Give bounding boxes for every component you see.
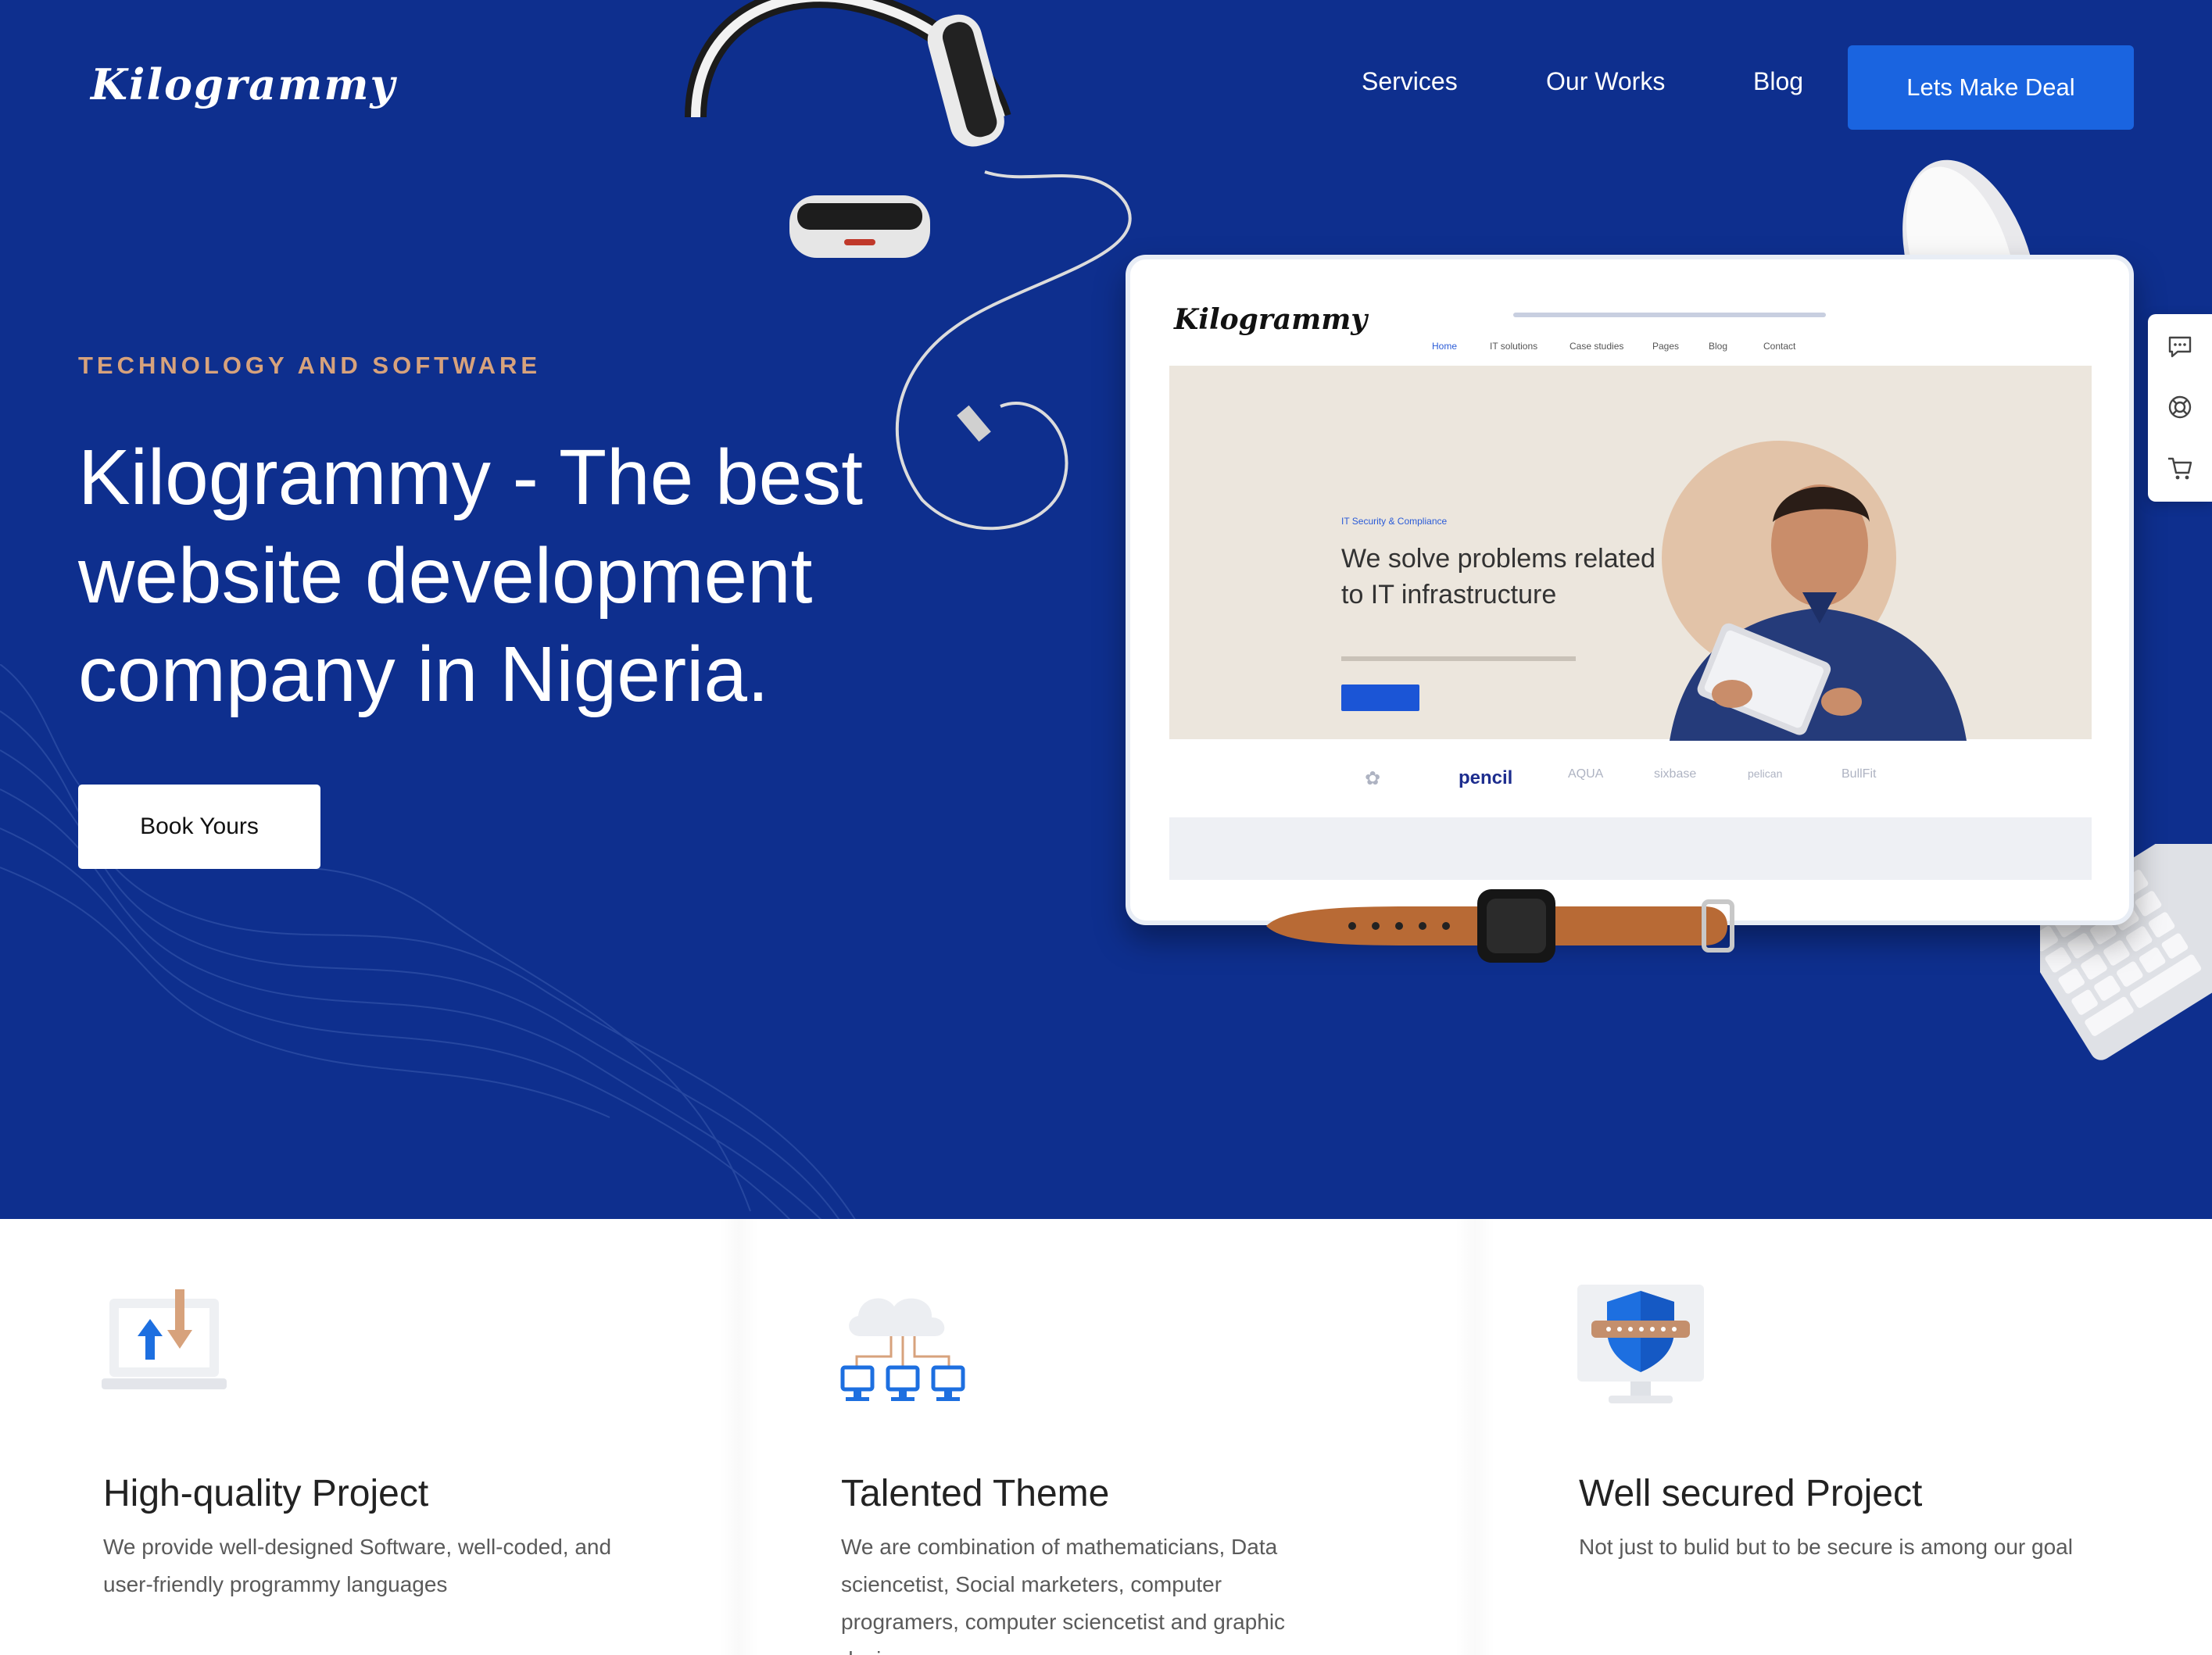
screen-menu-home: Home	[1432, 341, 1458, 352]
features-section: High-quality Project We provide well-des…	[0, 1219, 2212, 1655]
feature-title-well-secured: Well secured Project	[1579, 1473, 1923, 1514]
screen-menu-blog: Blog	[1709, 341, 1728, 352]
screen-partner-logo-sixbase: sixbase	[1654, 767, 1697, 781]
screen-hero-label: IT Security & Compliance	[1341, 516, 1448, 527]
screen-hero-subtext	[1341, 656, 1576, 661]
cloud-network-icon	[840, 1298, 965, 1401]
laptop-transfer-icon	[102, 1289, 227, 1389]
floating-sidebar	[2148, 314, 2212, 502]
screen-hero-heading: We solve problems related to IT infrastr…	[1341, 544, 1655, 609]
tablet-mockup: Kilogrammy Home IT solutions Case studie…	[1126, 255, 2134, 925]
cart-icon[interactable]	[2165, 453, 2195, 483]
screen-menu-it-solutions: IT solutions	[1490, 341, 1538, 352]
screen-hero: IT Security & Compliance We solve proble…	[1169, 366, 2092, 741]
feature-title-high-quality: High-quality Project	[103, 1473, 429, 1514]
screen-partner-logo-pencil: pencil	[1459, 767, 1513, 788]
sms-icon[interactable]	[2165, 331, 2195, 361]
wave-lines-decoration	[0, 664, 856, 1219]
screen-logo: Kilogrammy	[1174, 303, 1368, 336]
feature-text-well-secured: Not just to bulid but to be secure is am…	[1579, 1535, 2073, 1559]
tablet-screen: Kilogrammy Home IT solutions Case studie…	[1169, 298, 2092, 892]
screen-partner-logo-pelican: pelican	[1748, 767, 1783, 780]
hero-eyebrow: TECHNOLOGY AND SOFTWARE	[78, 352, 542, 379]
screen-partner-logo-aqua: AQUA	[1568, 767, 1604, 781]
book-yours-button[interactable]: Book Yours	[78, 785, 320, 869]
screen-hero-button	[1341, 685, 1419, 711]
screen-footer-band	[1169, 817, 2092, 880]
hero-headline: Kilogrammy - The best website developmen…	[78, 434, 864, 718]
site-logo[interactable]: Kilogrammy	[91, 59, 396, 109]
nav-blog[interactable]: Blog	[1753, 67, 1803, 96]
nav-services[interactable]: Services	[1362, 67, 1458, 96]
man-with-tablet-image	[1670, 484, 1967, 741]
nav-our-works[interactable]: Our Works	[1546, 67, 1665, 96]
screen-partner-logo-bullfit: BullFit	[1842, 767, 1877, 781]
screen-menu-case-studies: Case studies	[1570, 341, 1624, 352]
screen-top-note	[1513, 313, 1826, 317]
feature-text-talented-theme: We are combination of mathematicians, Da…	[841, 1535, 1286, 1655]
screen-partner-logo-1: ✿	[1365, 768, 1381, 789]
security-shield-icon	[1577, 1285, 1704, 1403]
screen-menu-pages: Pages	[1652, 341, 1680, 352]
feature-text-high-quality: We provide well-designed Software, well-…	[103, 1535, 612, 1596]
watch-image	[1266, 889, 1734, 963]
lets-make-deal-button[interactable]: Lets Make Deal	[1848, 45, 2134, 130]
feature-title-talented-theme: Talented Theme	[841, 1473, 1110, 1514]
hero-section: Kilogrammy Services Our Works Blog Lets …	[0, 0, 2212, 1219]
screen-menu-contact: Contact	[1763, 341, 1796, 352]
support-icon[interactable]	[2165, 392, 2195, 422]
card-divider	[1455, 1219, 1494, 1655]
card-divider	[719, 1219, 758, 1655]
